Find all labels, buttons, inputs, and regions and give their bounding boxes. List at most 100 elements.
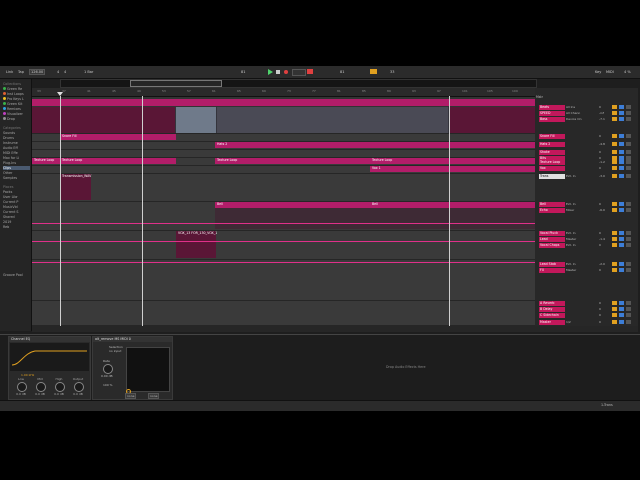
clip-beats-c[interactable]	[449, 107, 535, 133]
track-arm-button[interactable]	[626, 134, 631, 138]
stop-icon[interactable]	[276, 70, 280, 74]
track-volume[interactable]: 0	[599, 243, 601, 247]
loop-end-marker[interactable]	[449, 96, 450, 326]
clip-texture-b[interactable]: Texture Loop	[60, 158, 176, 164]
eq-knob[interactable]	[17, 382, 27, 392]
track-name[interactable]: Lead	[539, 237, 565, 242]
track-volume[interactable]: 0	[599, 307, 601, 311]
track-name[interactable]: SPEED	[539, 111, 565, 116]
track-io[interactable]: All Ins	[566, 105, 575, 109]
track-solo-button[interactable]	[619, 166, 624, 170]
category-item[interactable]: Samples	[3, 176, 30, 180]
track-activator-button[interactable]	[612, 134, 617, 138]
track-lane-vocal[interactable]	[32, 231, 535, 260]
channel-eq-device[interactable]: Channel EQ 1.00 kHz Low 0.0 dB Mid 0.0 dB Hi…	[8, 336, 91, 400]
track-activator-button[interactable]	[612, 142, 617, 146]
track-volume[interactable]: -6.0	[599, 208, 605, 212]
track-name[interactable]: A Reverb	[539, 301, 565, 306]
clip-vox-sample[interactable]: VOX_13 FOR_130_VOX_1	[176, 231, 217, 258]
track-arm-button[interactable]	[626, 237, 631, 241]
place-item[interactable]: 2019	[3, 220, 30, 224]
track-solo-button[interactable]	[619, 174, 624, 178]
track-arm-button[interactable]	[626, 111, 631, 115]
track-activator-button[interactable]	[612, 150, 617, 154]
track-activator-button[interactable]	[612, 166, 617, 170]
clip-texture-a[interactable]: Texture Loop	[32, 158, 60, 164]
loop-start-field[interactable]: 81	[340, 70, 344, 74]
track-solo-button[interactable]	[619, 243, 624, 247]
groove-pool-label[interactable]: Groove Pool	[3, 273, 23, 277]
track-arm-button[interactable]	[626, 262, 631, 266]
category-item[interactable]: Audio Eff	[3, 146, 30, 150]
place-item[interactable]: MusicVid	[3, 205, 30, 209]
eq-knob[interactable]	[74, 382, 84, 392]
track-volume[interactable]: -7.1	[599, 117, 605, 121]
track-volume[interactable]: -2.0	[599, 262, 605, 266]
track-name[interactable]: Hats 2	[539, 142, 565, 147]
track-volume[interactable]: -3.0	[599, 174, 605, 178]
track-arm-button[interactable]	[626, 117, 631, 121]
playhead[interactable]	[142, 96, 143, 326]
track-name[interactable]: Snare Fill	[539, 134, 565, 139]
tap-button[interactable]: Tap	[18, 70, 24, 74]
track-name[interactable]: Shake	[539, 150, 565, 155]
clip-hats[interactable]: Hats 2	[215, 142, 535, 148]
track-activator-button[interactable]	[612, 237, 617, 241]
track-name[interactable]: Master	[539, 320, 565, 325]
track-name[interactable]: B Delay	[539, 307, 565, 312]
clip-bell-body[interactable]	[215, 208, 535, 229]
track-solo-button[interactable]	[619, 117, 624, 121]
midi-map-button[interactable]: MIDI	[606, 70, 614, 74]
track-name[interactable]: Vox	[539, 166, 565, 171]
track-volume[interactable]: -inf	[599, 111, 604, 115]
rate-knob[interactable]	[103, 364, 113, 374]
track-volume[interactable]: 0	[599, 166, 601, 170]
eq-curve[interactable]	[10, 343, 89, 371]
category-item[interactable]: Clips	[3, 166, 30, 170]
track-io[interactable]: 1/2	[566, 320, 571, 324]
track-volume[interactable]: -1.4	[599, 237, 605, 241]
track-lane-trans[interactable]	[32, 174, 535, 202]
track-arm-button[interactable]	[626, 307, 631, 311]
track-solo-button[interactable]	[619, 160, 624, 164]
track-volume[interactable]: 0	[599, 134, 601, 138]
category-item[interactable]: MIDI Effe	[3, 151, 30, 155]
arrangement-scrollbar[interactable]	[32, 326, 638, 332]
track-io[interactable]: Master	[566, 237, 576, 241]
track-solo-button[interactable]	[619, 202, 624, 206]
track-arm-button[interactable]	[626, 142, 631, 146]
track-name[interactable]: Vocal Chops	[539, 243, 565, 248]
track-volume[interactable]: 0	[599, 301, 601, 305]
loop-length-field[interactable]: 33	[390, 70, 394, 74]
track-solo-button[interactable]	[619, 301, 624, 305]
clip-texture-d[interactable]: Texture Loop	[370, 158, 535, 164]
track-lane-returns[interactable]	[32, 301, 535, 326]
track-activator-button[interactable]	[612, 243, 617, 247]
track-activator-button[interactable]	[612, 117, 617, 121]
track-io[interactable]: Ext. In	[566, 262, 576, 266]
automation-arm-button[interactable]	[307, 69, 313, 74]
track-volume[interactable]: 0	[599, 320, 601, 324]
track-volume[interactable]: 0	[599, 202, 601, 206]
eq-knob[interactable]	[55, 382, 65, 392]
track-activator-button[interactable]	[612, 268, 617, 272]
clip-transmission[interactable]: Transmission_WAV	[60, 174, 91, 200]
collection-item[interactable]: Remixes	[3, 107, 30, 111]
record-icon[interactable]	[284, 70, 288, 74]
track-name[interactable]: Beats	[539, 105, 565, 110]
clip-summary[interactable]	[32, 99, 535, 106]
track-solo-button[interactable]	[619, 313, 624, 317]
play-icon[interactable]	[268, 69, 273, 75]
signature-numerator[interactable]: 4	[57, 70, 59, 74]
category-item[interactable]: Other	[3, 171, 30, 175]
track-name[interactable]: Lead Stab	[539, 262, 565, 267]
track-name[interactable]: Echo	[539, 208, 565, 213]
track-arm-button[interactable]	[626, 268, 631, 272]
collection-item[interactable]: Drop	[3, 117, 30, 121]
category-item[interactable]: Sounds	[3, 131, 30, 135]
track-activator-button[interactable]	[612, 111, 617, 115]
arrangement-position[interactable]: 81	[241, 70, 245, 74]
track-arm-button[interactable]	[626, 150, 631, 154]
track-io[interactable]: Master	[566, 268, 576, 272]
track-activator-button[interactable]	[612, 208, 617, 212]
